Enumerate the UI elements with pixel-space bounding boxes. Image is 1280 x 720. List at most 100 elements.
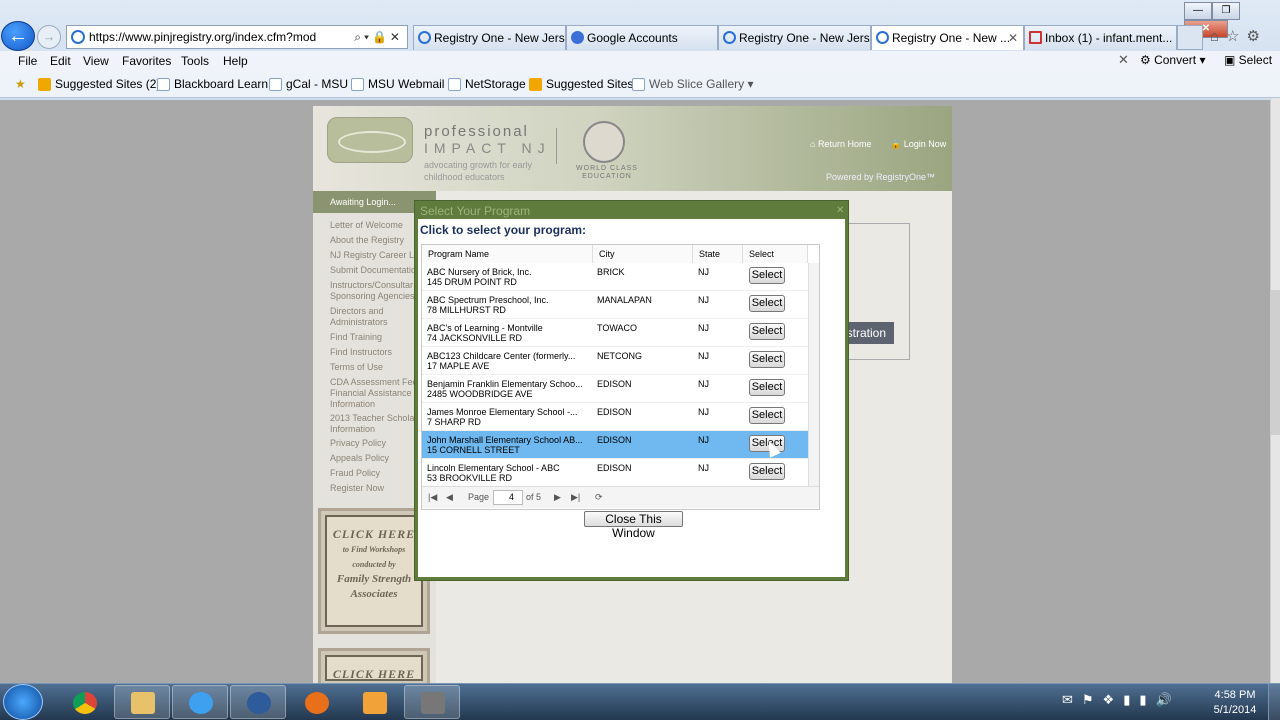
nav-terms-of-use[interactable]: Terms of Use: [330, 362, 420, 373]
fav-blackboard[interactable]: Blackboard Learn: [157, 77, 268, 91]
nav-letter-of-welcome[interactable]: Letter of Welcome: [330, 220, 420, 231]
favorites-star-icon[interactable]: ★: [15, 77, 26, 91]
select-program-button[interactable]: Select: [749, 351, 785, 368]
start-button[interactable]: [3, 684, 43, 720]
table-row-highlighted[interactable]: John Marshall Elementary School AB... 15…: [422, 431, 808, 459]
close-toolbar-icon[interactable]: ✕: [1118, 52, 1129, 68]
table-row[interactable]: Benjamin Franklin Elementary Schoo... 24…: [422, 375, 808, 403]
select-program-button[interactable]: Select: [749, 407, 785, 424]
taskbar-ie[interactable]: [172, 685, 228, 719]
ad-click-here: CLICK HERE: [332, 667, 416, 681]
refresh-icon[interactable]: ⟳: [595, 492, 603, 503]
nav-appeals-policy[interactable]: Appeals Policy: [330, 453, 420, 464]
nav-register-now[interactable]: Register Now: [330, 483, 420, 494]
select-program-button[interactable]: Select: [749, 379, 785, 396]
last-page-icon[interactable]: ▶|: [571, 492, 580, 503]
second-ad[interactable]: CLICK HERE: [318, 648, 430, 688]
dialog-close-icon[interactable]: ✕: [836, 205, 844, 216]
program-state: NJ: [698, 435, 709, 445]
program-address: 145 DRUM POINT RD: [427, 277, 517, 287]
taskbar-recorder[interactable]: [404, 685, 460, 719]
table-row[interactable]: James Monroe Elementary School -... 7 SH…: [422, 403, 808, 431]
fav-netstorage[interactable]: NetStorage: [448, 77, 526, 91]
table-row[interactable]: ABC Nursery of Brick, Inc. 145 DRUM POIN…: [422, 263, 808, 291]
nav-cda-assessment[interactable]: CDA Assessment Fee Financial Assistance …: [330, 377, 420, 410]
nav-find-training[interactable]: Find Training: [330, 332, 420, 343]
tab-registry-1[interactable]: Registry One - New Jers...: [413, 25, 566, 50]
table-row[interactable]: ABC Spectrum Preschool, Inc. 78 MILLHURS…: [422, 291, 808, 319]
login-now-link[interactable]: 🔒 Login Now: [890, 139, 946, 150]
menu-favorites[interactable]: Favorites: [122, 54, 171, 68]
fav-msu-webmail[interactable]: MSU Webmail: [351, 77, 444, 91]
first-page-icon[interactable]: |◀: [428, 492, 437, 503]
nav-fraud-policy[interactable]: Fraud Policy: [330, 468, 420, 479]
convert-button[interactable]: ⚙ Convert ▾: [1140, 53, 1205, 67]
system-tray-icons[interactable]: ✉⚑❖▮▮🔊: [1062, 692, 1181, 708]
nav-find-instructors[interactable]: Find Instructors: [330, 347, 420, 358]
program-address: 2485 WOODBRIDGE AVE: [427, 389, 533, 399]
grid-scrollbar[interactable]: [808, 263, 819, 486]
fav-suggested-sites[interactable]: Suggested Sites: [529, 77, 633, 91]
scrollbar-thumb[interactable]: [1271, 290, 1280, 435]
restore-button[interactable]: ❐: [1212, 2, 1240, 20]
fav-gcal[interactable]: gCal - MSU: [269, 77, 348, 91]
close-this-window-button[interactable]: Close This Window: [584, 511, 683, 540]
new-tab-button[interactable]: [1177, 25, 1203, 50]
table-row[interactable]: ABC123 Childcare Center (formerly... 17 …: [422, 347, 808, 375]
nav-submit-documentation[interactable]: Submit Documentatio: [330, 265, 420, 276]
nav-career-ladder[interactable]: NJ Registry Career La: [330, 250, 420, 261]
select-program-button[interactable]: Select: [749, 323, 785, 340]
prev-page-icon[interactable]: ◀: [446, 492, 453, 503]
taskbar-chrome[interactable]: [56, 685, 112, 719]
nav-directors-administrators[interactable]: Directors and Administrators: [330, 306, 420, 328]
menu-tools[interactable]: Tools: [181, 54, 209, 68]
nav-instructors-consultants[interactable]: Instructors/Consultar Sponsoring Agencie…: [330, 280, 420, 302]
taskbar-media-player[interactable]: [346, 685, 402, 719]
menu-help[interactable]: Help: [223, 54, 248, 68]
program-city: MANALAPAN: [597, 295, 652, 305]
address-bar[interactable]: https://www.pinjregistry.org/index.cfm?m…: [66, 25, 408, 49]
table-row[interactable]: ABC's of Learning - Montville 74 JACKSON…: [422, 319, 808, 347]
select-program-button[interactable]: Select: [749, 267, 785, 284]
return-home-link[interactable]: ⌂ Return Home: [810, 139, 871, 149]
address-tools-icons[interactable]: ⌕▾🔒✕: [354, 26, 403, 48]
tab-label: Registry One - New ...: [892, 31, 1011, 45]
table-row[interactable]: Lincoln Elementary School - ABC 53 BROOK…: [422, 459, 808, 487]
page-number-input[interactable]: 4: [493, 490, 523, 505]
tab-google-accounts[interactable]: Google Accounts: [566, 25, 718, 50]
menu-file[interactable]: File: [18, 54, 37, 68]
tab-label: Inbox (1) - infant.ment...: [1045, 31, 1173, 45]
tab-close-icon[interactable]: ✕: [1008, 26, 1018, 50]
next-page-icon[interactable]: ▶: [554, 492, 561, 503]
col-city[interactable]: City: [593, 245, 693, 263]
program-name: ABC Nursery of Brick, Inc.: [427, 267, 532, 277]
taskbar-clock[interactable]: 4:58 PM 5/1/2014: [1207, 688, 1263, 718]
forward-button[interactable]: →: [37, 25, 61, 49]
col-program-name[interactable]: Program Name: [422, 245, 593, 263]
program-address: 7 SHARP RD: [427, 417, 481, 427]
tab-registry-2[interactable]: Registry One - New Jers...: [718, 25, 871, 50]
minimize-button[interactable]: —: [1184, 2, 1212, 20]
program-state: NJ: [698, 407, 709, 417]
select-button[interactable]: ▣ Select: [1224, 53, 1272, 67]
show-desktop-button[interactable]: [1268, 684, 1280, 720]
taskbar-firefox[interactable]: [288, 685, 344, 719]
nav-teacher-scholarship[interactable]: 2013 Teacher Scholar Information: [330, 413, 420, 435]
col-state[interactable]: State: [693, 245, 743, 263]
menu-view[interactable]: View: [83, 54, 109, 68]
powered-by: Powered by RegistryOne™: [826, 172, 936, 182]
tab-registry-active[interactable]: Registry One - New ... ✕: [871, 25, 1024, 50]
select-program-button[interactable]: Select: [749, 295, 785, 312]
menu-edit[interactable]: Edit: [50, 54, 71, 68]
tab-inbox[interactable]: Inbox (1) - infant.ment...: [1024, 25, 1177, 50]
back-button[interactable]: ←: [1, 21, 35, 51]
taskbar-explorer[interactable]: [114, 685, 170, 719]
nav-about-registry[interactable]: About the Registry: [330, 235, 420, 246]
taskbar-thunderbird[interactable]: [230, 685, 286, 719]
nav-privacy-policy[interactable]: Privacy Policy: [330, 438, 420, 449]
program-city: EDISON: [597, 407, 632, 417]
fav-suggested-sites-2[interactable]: Suggested Sites (2): [38, 77, 160, 91]
select-program-button[interactable]: Select: [749, 463, 785, 480]
fav-web-slice-gallery[interactable]: Web Slice Gallery ▾: [632, 77, 754, 91]
home-star-gear-icons[interactable]: ⌂☆⚙: [1210, 27, 1267, 45]
